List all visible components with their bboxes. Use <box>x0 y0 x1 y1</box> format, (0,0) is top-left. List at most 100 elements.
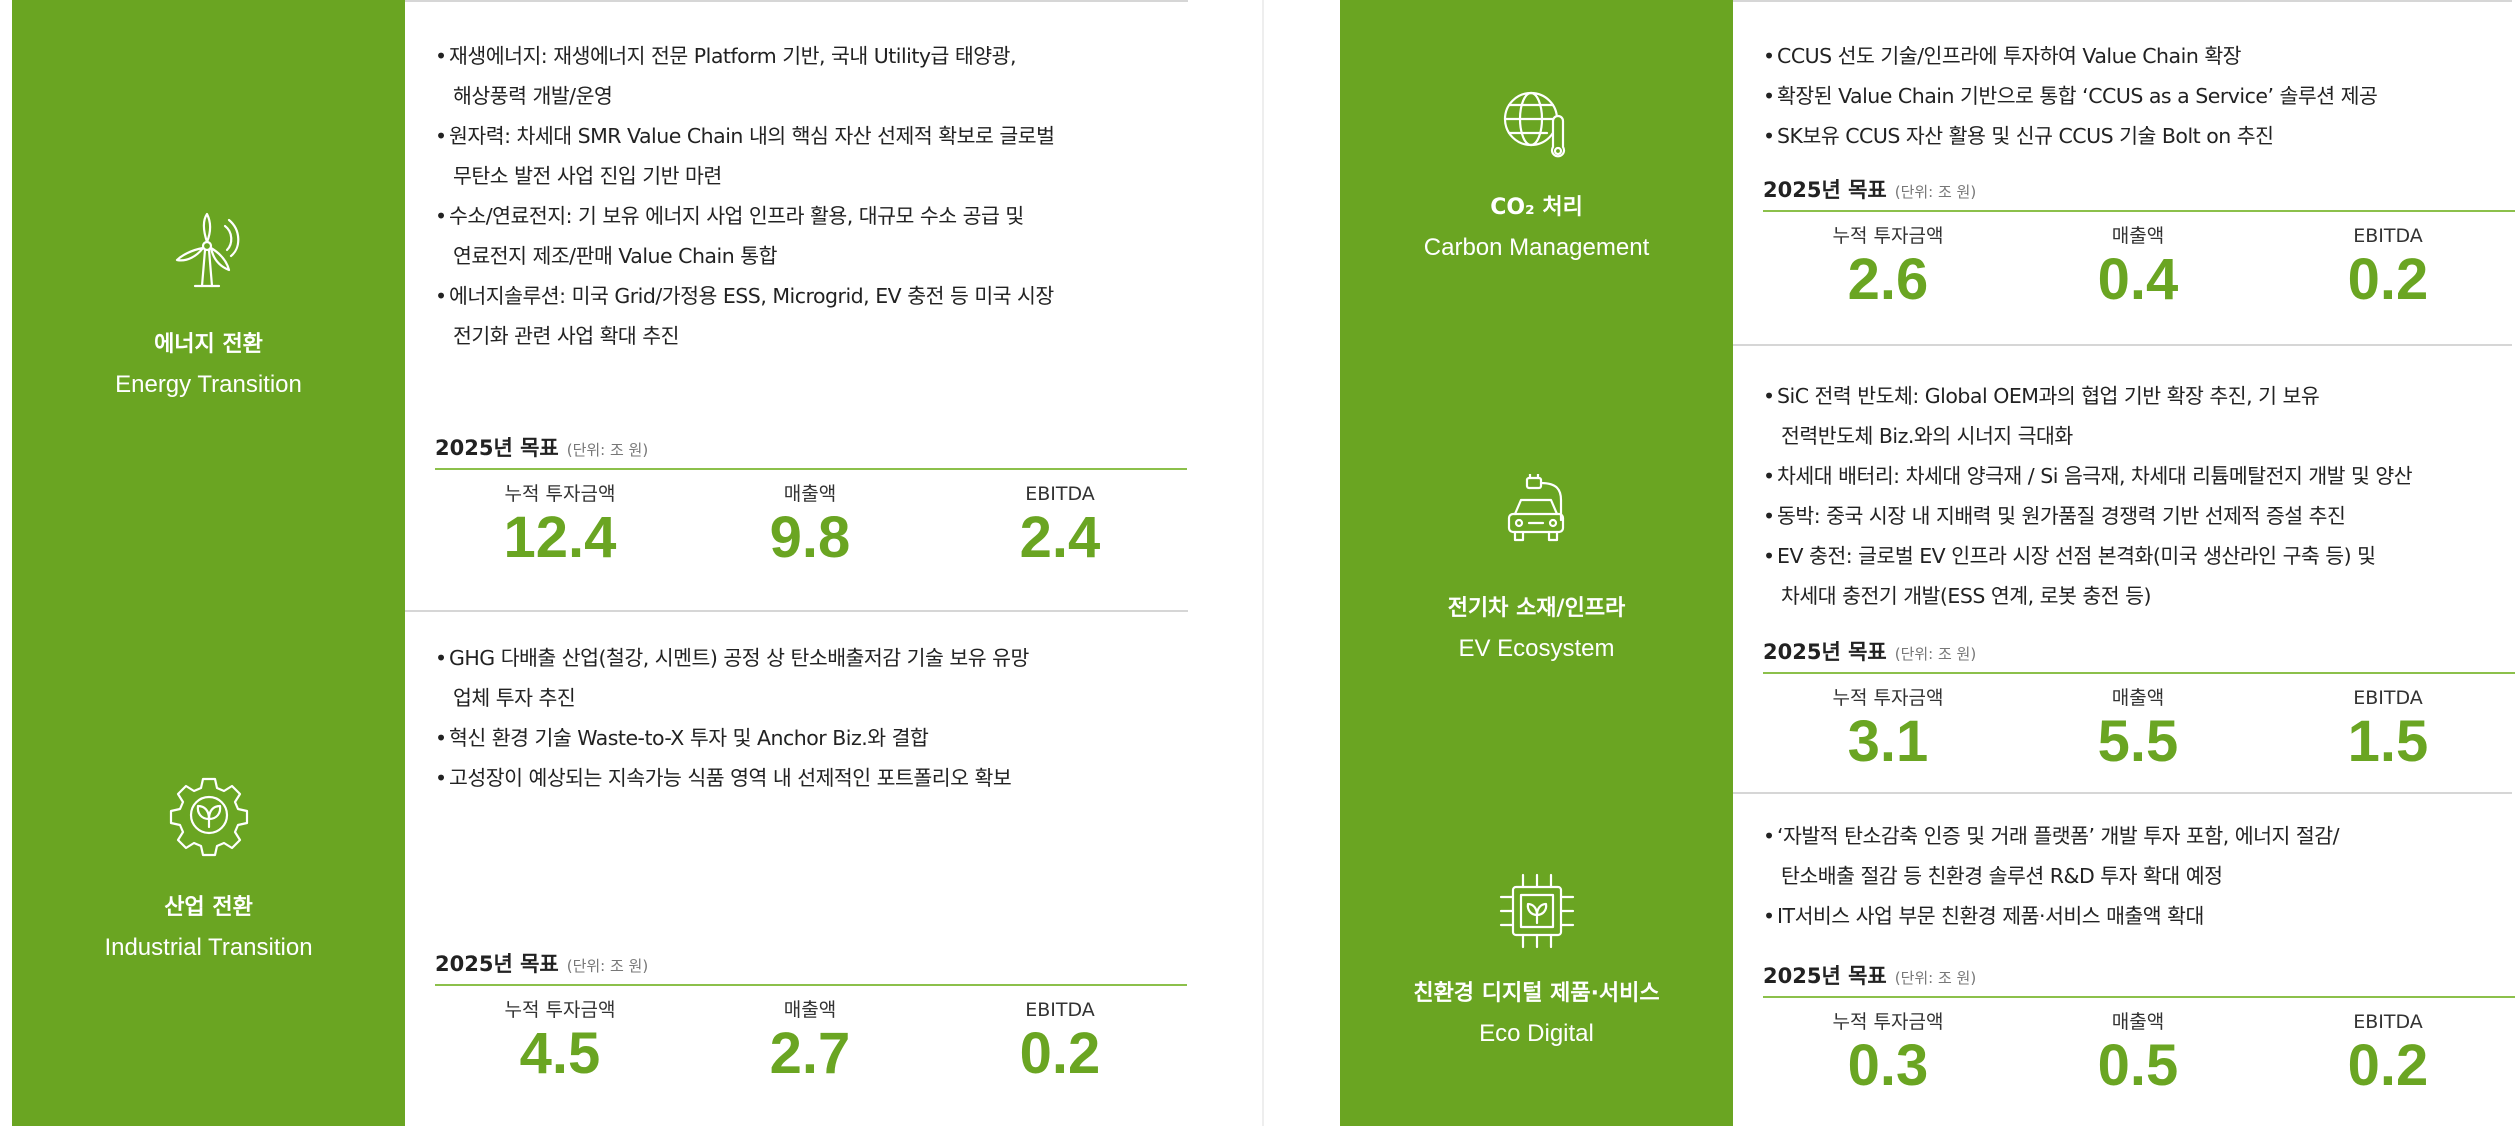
bullet-item: 차세대 배터리: 차세대 양극재 / Si 음극재, 차세대 리튬메탈전지 개발… <box>1763 456 2472 496</box>
bullet-item: 수소/연료전지: 기 보유 에너지 사업 인프라 활용, 대규모 수소 공급 및 <box>435 196 1148 236</box>
bullet-item: GHG 다배출 산업(철강, 시멘트) 공정 상 탄소배출저감 기술 보유 유망 <box>435 638 1148 678</box>
metric-investment: 누적 투자금액 4.5 <box>435 986 685 1084</box>
bullet-continuation: 전력반도체 Biz.와의 시너지 극대화 <box>1781 424 2073 448</box>
chip-leaf-icon <box>1495 869 1579 953</box>
bullet-item: ‘자발적 탄소감축 인증 및 거래 플랫폼’ 개발 투자 포함, 에너지 절감/ <box>1763 816 2472 856</box>
goal-unit: (단위: 조 원) <box>1894 645 1977 663</box>
metrics-row: 누적 투자금액 12.4 매출액 9.8 EBITDA 2.4 <box>435 470 1187 568</box>
bullet-item: SiC 전력 반도체: Global OEM과의 협업 기반 확장 추진, 기 … <box>1763 376 2472 416</box>
goal-block: 2025년 목표 (단위: 조 원) 누적 투자금액 12.4 매출액 9.8 … <box>435 432 1187 568</box>
metric-label: EBITDA <box>2353 225 2423 247</box>
bullet-list: 재생에너지: 재생에너지 전문 Platform 기반, 국내 Utility급… <box>435 36 1148 356</box>
bullet-item: 에너지솔루션: 미국 Grid/가정용 ESS, Microgrid, EV 충… <box>435 276 1148 316</box>
metric-label: 매출액 <box>783 999 837 1021</box>
bullet-list: ‘자발적 탄소감축 인증 및 거래 플랫폼’ 개발 투자 포함, 에너지 절감/… <box>1763 816 2472 936</box>
wind-turbine-icon <box>167 210 251 294</box>
goal-title: 2025년 목표 <box>435 952 559 976</box>
metric-revenue: 매출액 0.5 <box>2013 998 2263 1096</box>
metric-value: 4.5 <box>519 1021 601 1086</box>
goal-block: 2025년 목표 (단위: 조 원) 누적 투자금액 2.6 매출액 0.4 E… <box>1763 174 2515 310</box>
bullet-continuation: 전기화 관련 사업 확대 추진 <box>453 324 680 348</box>
metric-label: EBITDA <box>1025 483 1095 505</box>
goal-header: 2025년 목표 (단위: 조 원) <box>435 948 1187 986</box>
section-panel: 에너지 전환 Energy Transition <box>12 0 405 612</box>
section-content: CCUS 선도 기술/인프라에 투자하여 Value Chain 확장 확장된 … <box>1733 0 2515 346</box>
ev-charging-car-icon <box>1495 474 1579 558</box>
goal-title: 2025년 목표 <box>1763 964 1887 988</box>
metric-revenue: 매출액 0.4 <box>2013 212 2263 310</box>
metric-investment: 누적 투자금액 12.4 <box>435 470 685 568</box>
metric-revenue: 매출액 2.7 <box>685 986 935 1084</box>
section-title-ko: 산업 전환 <box>164 895 253 920</box>
goal-title: 2025년 목표 <box>435 436 559 460</box>
metric-value: 2.6 <box>1847 247 1929 312</box>
section-title-en: EV Ecosystem <box>1458 635 1615 662</box>
section-eco-digital: 친환경 디지털 제품·서비스 Eco Digital ‘자발적 탄소감축 인증 … <box>1340 794 2515 1126</box>
metric-investment: 누적 투자금액 2.6 <box>1763 212 2013 310</box>
metrics-row: 누적 투자금액 4.5 매출액 2.7 EBITDA 0.2 <box>435 986 1187 1084</box>
metric-value: 0.2 <box>1019 1021 1101 1086</box>
metric-value: 2.4 <box>1019 505 1101 570</box>
goal-header: 2025년 목표 (단위: 조 원) <box>1763 960 2515 998</box>
bullet-item: 확장된 Value Chain 기반으로 통합 ‘CCUS as a Servi… <box>1763 76 2472 116</box>
bullet-continuation: 차세대 충전기 개발(ESS 연계, 로봇 충전 등) <box>1781 584 2152 608</box>
bullet-continuation: 무탄소 발전 사업 진입 기반 마련 <box>453 164 722 188</box>
metrics-row: 누적 투자금액 0.3 매출액 0.5 EBITDA 0.2 <box>1763 998 2515 1096</box>
metric-investment: 누적 투자금액 0.3 <box>1763 998 2013 1096</box>
bullet-continuation: 업체 투자 추진 <box>453 686 576 710</box>
metric-label: EBITDA <box>2353 1011 2423 1033</box>
section-energy-transition: 에너지 전환 Energy Transition 재생에너지: 재생에너지 전문… <box>12 0 1188 612</box>
bullet-list: SiC 전력 반도체: Global OEM과의 협업 기반 확장 추진, 기 … <box>1763 376 2472 616</box>
section-title-ko: CO₂ 처리 <box>1490 195 1583 220</box>
metric-label: 누적 투자금액 <box>504 483 616 505</box>
goal-unit: (단위: 조 원) <box>566 957 649 975</box>
bullet-item: IT서비스 사업 부문 친환경 제품·서비스 매출액 확대 <box>1763 896 2472 936</box>
bullet-item: EV 충전: 글로벌 EV 인프라 시장 선점 본격화(미국 생산라인 구축 등… <box>1763 536 2472 576</box>
bullet-list: CCUS 선도 기술/인프라에 투자하여 Value Chain 확장 확장된 … <box>1763 36 2472 156</box>
section-panel: 친환경 디지털 제품·서비스 Eco Digital <box>1340 794 1733 1126</box>
metric-label: 매출액 <box>783 483 837 505</box>
metric-label: EBITDA <box>2353 687 2423 709</box>
goal-title: 2025년 목표 <box>1763 178 1887 202</box>
metric-value: 0.2 <box>2347 1033 2429 1098</box>
metric-label: 누적 투자금액 <box>1832 225 1944 247</box>
metric-value: 5.5 <box>2097 709 2179 774</box>
metric-ebitda: EBITDA 0.2 <box>2263 212 2513 310</box>
section-content: ‘자발적 탄소감축 인증 및 거래 플랫폼’ 개발 투자 포함, 에너지 절감/… <box>1733 794 2515 1126</box>
column-divider <box>1262 0 1264 1126</box>
metric-label: 누적 투자금액 <box>1832 1011 1944 1033</box>
section-panel: 산업 전환 Industrial Transition <box>12 612 405 1126</box>
section-content: SiC 전력 반도체: Global OEM과의 협업 기반 확장 추진, 기 … <box>1733 346 2515 794</box>
gear-leaf-icon <box>167 773 251 857</box>
bullet-continuation: 연료전지 제조/판매 Value Chain 통합 <box>453 244 777 268</box>
goal-header: 2025년 목표 (단위: 조 원) <box>1763 636 2515 674</box>
section-title-en: Industrial Transition <box>104 934 313 961</box>
goal-title: 2025년 목표 <box>1763 640 1887 664</box>
section-panel: CO₂ 처리 Carbon Management <box>1340 0 1733 346</box>
goal-header: 2025년 목표 (단위: 조 원) <box>435 432 1187 470</box>
section-carbon-management: CO₂ 처리 Carbon Management CCUS 선도 기술/인프라에… <box>1340 0 2515 346</box>
section-title-ko: 친환경 디지털 제품·서비스 <box>1413 981 1660 1006</box>
bullet-item: SK보유 CCUS 자산 활용 및 신규 CCUS 기술 Bolt on 추진 <box>1763 116 2472 156</box>
goal-block: 2025년 목표 (단위: 조 원) 누적 투자금액 4.5 매출액 2.7 E… <box>435 948 1187 1084</box>
goal-unit: (단위: 조 원) <box>566 441 649 459</box>
bullet-item: 혁신 환경 기술 Waste-to-X 투자 및 Anchor Biz.와 결합 <box>435 718 1148 758</box>
metric-label: 매출액 <box>2111 1011 2165 1033</box>
metric-revenue: 매출액 5.5 <box>2013 674 2263 772</box>
section-industrial-transition: 산업 전환 Industrial Transition GHG 다배출 산업(철… <box>12 612 1188 1126</box>
globe-thermometer-icon <box>1495 81 1579 165</box>
metric-value: 12.4 <box>503 505 617 570</box>
metric-value: 0.2 <box>2347 247 2429 312</box>
metrics-row: 누적 투자금액 3.1 매출액 5.5 EBITDA 1.5 <box>1763 674 2515 772</box>
section-content: 재생에너지: 재생에너지 전문 Platform 기반, 국내 Utility급… <box>405 0 1188 612</box>
metric-value: 3.1 <box>1847 709 1929 774</box>
section-panel: 전기차 소재/인프라 EV Ecosystem <box>1340 346 1733 794</box>
bullet-continuation: 탄소배출 절감 등 친환경 솔루션 R&D 투자 확대 예정 <box>1781 864 2223 888</box>
section-content: GHG 다배출 산업(철강, 시멘트) 공정 상 탄소배출저감 기술 보유 유망… <box>405 612 1188 1126</box>
metric-revenue: 매출액 9.8 <box>685 470 935 568</box>
metric-value: 0.4 <box>2097 247 2179 312</box>
bullet-item: 고성장이 예상되는 지속가능 식품 영역 내 선제적인 포트폴리오 확보 <box>435 758 1148 798</box>
bullet-item: 원자력: 차세대 SMR Value Chain 내의 핵심 자산 선제적 확보… <box>435 116 1148 156</box>
section-title-ko: 전기차 소재/인프라 <box>1447 596 1626 621</box>
metric-ebitda: EBITDA 0.2 <box>935 986 1185 1084</box>
